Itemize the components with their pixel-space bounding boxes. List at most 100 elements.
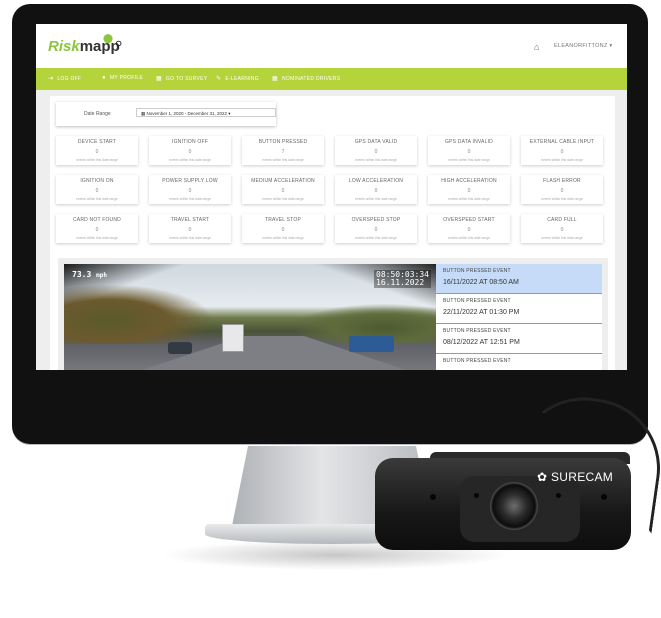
event-card-value: 0 <box>95 227 99 233</box>
event-list-item[interactable]: BUTTON PRESSED EVENT <box>436 354 602 370</box>
event-card-title: OVERSPEED STOP <box>351 217 401 223</box>
location-pin-icon: ⚲ <box>115 40 123 51</box>
event-card-subtext: events within this date range <box>541 236 583 240</box>
camera-brand: SURECAM <box>551 470 614 484</box>
date-range-label: Date Range <box>84 111 111 117</box>
event-card-subtext: events within this date range <box>355 236 397 240</box>
event-card-subtext: events within this date range <box>169 197 211 201</box>
event-card[interactable]: POWER SUPPLY LOW 0 events within this date… <box>149 175 231 204</box>
event-card-value: 0 <box>467 149 471 155</box>
logout-icon: ⇥ <box>48 76 54 82</box>
event-card-title: CARD NOT FOUND <box>73 217 121 223</box>
camera-sensor-right <box>556 493 561 498</box>
event-title: BUTTON PRESSED EVENT <box>443 328 511 334</box>
event-card-title: FLASH ERROR <box>543 178 581 184</box>
user-menu[interactable]: ELEANORFITTONZ ▾ <box>554 43 613 49</box>
event-card-title: DEVICE START <box>77 139 117 145</box>
event-card-subtext: events within this date range <box>448 158 490 162</box>
event-card-value: 0 <box>374 188 378 194</box>
dashboard-panel: Date Range ▦ November 1, 2020 - December… <box>50 96 615 370</box>
event-card-subtext: events within this date range <box>448 236 490 240</box>
event-card-subtext: events within this date range <box>76 236 118 240</box>
event-card[interactable]: GPS DATA INVALID 0 events within this date… <box>428 136 510 165</box>
event-card-title: GPS DATA INVALID <box>445 139 493 145</box>
camera-lens-icon <box>490 482 538 530</box>
event-card[interactable]: GPS DATA VALID 0 events within this date r… <box>335 136 417 165</box>
camera-sensor-left <box>474 493 479 498</box>
timestamp-overlay: 08:50:03:34 16.11.2022 <box>374 270 431 288</box>
event-card-title: CARD FULL <box>547 217 577 223</box>
camera-hole-right <box>601 494 607 500</box>
event-card-title: POWER SUPPLY LOW <box>162 178 218 184</box>
event-list-item[interactable]: BUTTON PRESSED EVENT 08/12/2022 AT 12:51 … <box>436 324 602 354</box>
home-icon[interactable]: ⌂ <box>534 42 539 52</box>
event-datetime: 08/12/2022 AT 12:51 PM <box>443 339 520 346</box>
survey-icon: ▦ <box>156 76 162 82</box>
speed-overlay: 73.3 mph <box>72 270 107 279</box>
event-card[interactable]: LOW ACCELERATION 0 events within this date… <box>335 175 417 204</box>
event-card-title: TRAVEL START <box>170 217 210 223</box>
event-card-title: IGNITION OFF <box>171 139 208 145</box>
event-card-value: 0 <box>467 188 471 194</box>
event-card-subtext: events within this date range <box>169 158 211 162</box>
dashcam-video[interactable]: 73.3 mph 08:50:03:34 16.11.2022 <box>64 264 436 370</box>
event-list: BUTTON PRESSED EVENT 16/11/2022 AT 08:50 … <box>436 264 602 370</box>
app-header: Riskmapp ⬤ ⚲ ⌂ ELEANORFITTONZ ▾ <box>36 24 627 68</box>
event-card[interactable]: OVERSPEED START 0 events within this date … <box>428 214 510 243</box>
event-card[interactable]: CARD NOT FOUND 0 events within this date r… <box>56 214 138 243</box>
event-card[interactable]: IGNITION ON 0 events within this date rang… <box>56 175 138 204</box>
event-card-subtext: events within this date range <box>169 236 211 240</box>
event-title: BUTTON PRESSED EVENT <box>443 268 511 274</box>
event-card-subtext: events within this date range <box>541 197 583 201</box>
nav-elearning[interactable]: ✎ E-LEARNING <box>216 75 259 82</box>
event-card-subtext: events within this date range <box>262 197 304 201</box>
date-range-card: Date Range ▦ November 1, 2020 - December… <box>56 102 276 126</box>
event-card[interactable]: OVERSPEED STOP 0 events within this date r… <box>335 214 417 243</box>
event-card-subtext: events within this date range <box>76 158 118 162</box>
nav-my-profile[interactable]: ● MY PROFILE <box>102 75 143 81</box>
date-range-picker[interactable]: ▦ November 1, 2020 - December 31, 2022 ▾ <box>136 108 276 117</box>
event-card-title: BUTTON PRESSED <box>258 139 308 145</box>
event-card[interactable]: EXTERNAL CABLE INPUT 0 events within this … <box>521 136 603 165</box>
map-pin-icon: ⬤ <box>103 33 114 43</box>
event-card-subtext: events within this date range <box>355 158 397 162</box>
nav-survey[interactable]: ▦ GO TO SURVEY <box>156 75 207 82</box>
event-card-title: LOW ACCELERATION <box>348 178 404 184</box>
event-card[interactable]: TRAVEL STOP 0 events within this date rang… <box>242 214 324 243</box>
event-card[interactable]: TRAVEL START 0 events within this date ran… <box>149 214 231 243</box>
event-datetime: 22/11/2022 AT 01:30 PM <box>443 309 520 316</box>
event-card-subtext: events within this date range <box>448 197 490 201</box>
elearning-icon: ✎ <box>216 76 222 82</box>
app-screen: Riskmapp ⬤ ⚲ ⌂ ELEANORFITTONZ ▾ ⇥ LOG OFF… <box>36 24 627 370</box>
nav-nominated-drivers[interactable]: ▦ NOMINATED DRIVERS <box>272 75 340 82</box>
event-card[interactable]: FLASH ERROR 0 events within this date rang… <box>521 175 603 204</box>
event-title: BUTTON PRESSED EVENT <box>443 298 511 304</box>
nav-log-off[interactable]: ⇥ LOG OFF <box>48 75 81 82</box>
event-card-value: 0 <box>560 149 564 155</box>
event-card-value: 0 <box>95 188 99 194</box>
event-card[interactable]: HIGH ACCELERATION 0 events within this dat… <box>428 175 510 204</box>
event-card-title: TRAVEL STOP <box>264 217 301 223</box>
event-card-value: 0 <box>374 149 378 155</box>
surecam-logo-icon: ✿ <box>537 470 548 484</box>
event-card[interactable]: IGNITION OFF 0 events within this date ran… <box>149 136 231 165</box>
event-card-title: EXTERNAL CABLE INPUT <box>529 139 595 145</box>
event-card[interactable]: CARD FULL 0 events within this date range <box>521 214 603 243</box>
video-section: 73.3 mph 08:50:03:34 16.11.2022 BUTTON PR… <box>58 258 608 370</box>
event-card-value: 0 <box>560 188 564 194</box>
event-card-subtext: events within this date range <box>76 197 118 201</box>
event-card[interactable]: BUTTON PRESSED 7 events within this date r… <box>242 136 324 165</box>
event-datetime: 16/11/2022 AT 08:50 AM <box>443 279 519 286</box>
event-card-value: 0 <box>188 188 192 194</box>
event-card-value: 0 <box>467 227 471 233</box>
event-card-subtext: events within this date range <box>262 158 304 162</box>
event-list-item[interactable]: BUTTON PRESSED EVENT 16/11/2022 AT 08:50 … <box>436 264 602 294</box>
event-card-value: 7 <box>281 149 285 155</box>
event-card[interactable]: DEVICE START 0 events within this date ran… <box>56 136 138 165</box>
event-card-value: 0 <box>281 188 285 194</box>
report-icon: ▦ <box>272 76 278 82</box>
main-nav: ⇥ LOG OFF ● MY PROFILE ▦ GO TO SURVEY ✎ E-LE… <box>36 68 627 90</box>
event-card[interactable]: MEDIUM ACCELERATION 0 events within this d… <box>242 175 324 204</box>
event-list-item[interactable]: BUTTON PRESSED EVENT 22/11/2022 AT 01:30 … <box>436 294 602 324</box>
event-card-subtext: events within this date range <box>355 197 397 201</box>
